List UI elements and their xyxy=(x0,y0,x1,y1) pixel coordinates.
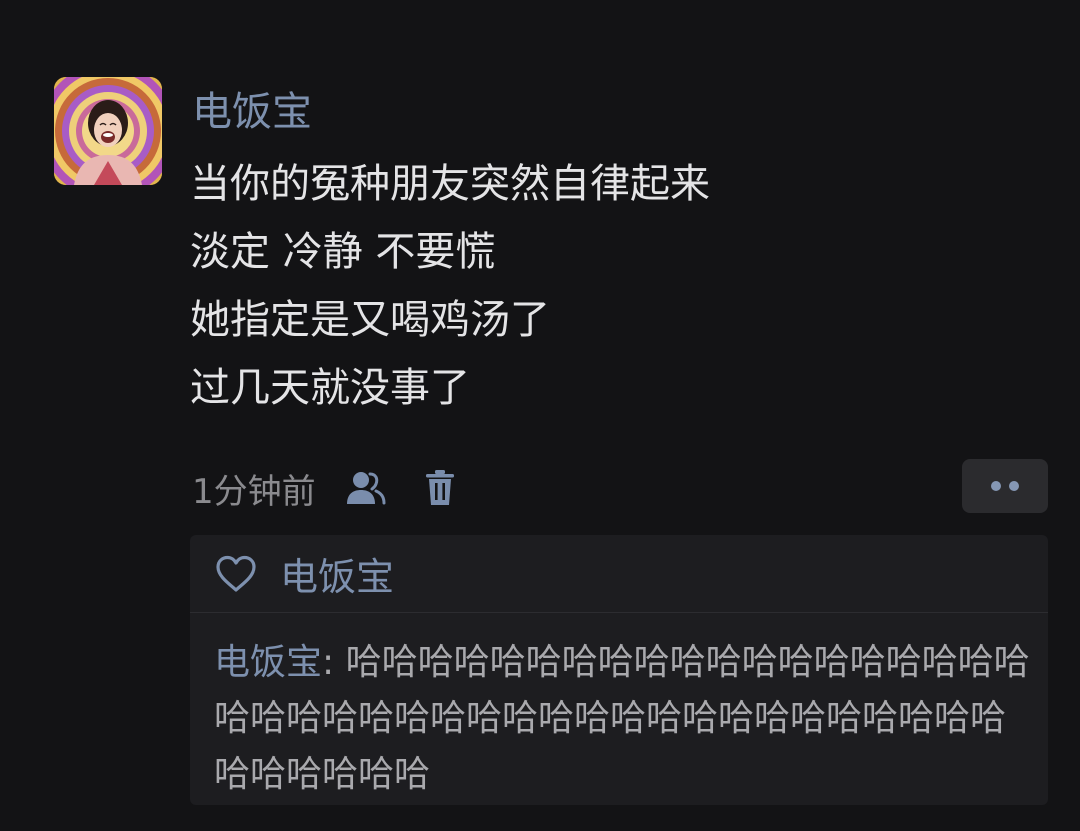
post-author-name[interactable]: 电饭宝 xyxy=(192,84,312,140)
friends-visibility-icon[interactable] xyxy=(344,466,388,510)
heart-icon xyxy=(214,552,258,596)
more-button[interactable] xyxy=(962,459,1048,513)
more-dots-icon xyxy=(1009,481,1019,491)
more-dots-icon xyxy=(991,481,1001,491)
post-timestamp: 1分钟前 xyxy=(192,471,316,512)
interaction-panel: 电饭宝 电饭宝: 哈哈哈哈哈哈哈哈哈哈哈哈哈哈哈哈哈哈哈哈哈哈哈哈哈哈哈哈哈哈哈… xyxy=(190,535,1048,805)
likes-row: 电饭宝 xyxy=(190,535,1048,613)
comment[interactable]: 电饭宝: 哈哈哈哈哈哈哈哈哈哈哈哈哈哈哈哈哈哈哈哈哈哈哈哈哈哈哈哈哈哈哈哈哈哈哈… xyxy=(190,613,1048,803)
liker-name[interactable]: 电饭宝 xyxy=(280,546,394,601)
avatar[interactable] xyxy=(54,77,162,185)
trash-icon[interactable] xyxy=(418,466,462,510)
moments-post: 电饭宝 当你的冤种朋友突然自律起来 淡定 冷静 不要慌 她指定是又喝鸡汤了 过几… xyxy=(0,0,1080,831)
post-line: 过几天就没事了 xyxy=(190,365,470,411)
comment-author[interactable]: 电饭宝 xyxy=(214,642,322,683)
comment-separator: : xyxy=(322,642,346,683)
post-line: 当你的冤种朋友突然自律起来 xyxy=(190,161,710,207)
post-line: 淡定 冷静 不要慌 xyxy=(190,229,496,275)
post-meta: 1分钟前 xyxy=(192,462,492,514)
post-text: 当你的冤种朋友突然自律起来 淡定 冷静 不要慌 她指定是又喝鸡汤了 过几天就没事… xyxy=(190,150,1010,422)
avatar-image xyxy=(54,77,162,185)
post-line: 她指定是又喝鸡汤了 xyxy=(190,297,550,343)
